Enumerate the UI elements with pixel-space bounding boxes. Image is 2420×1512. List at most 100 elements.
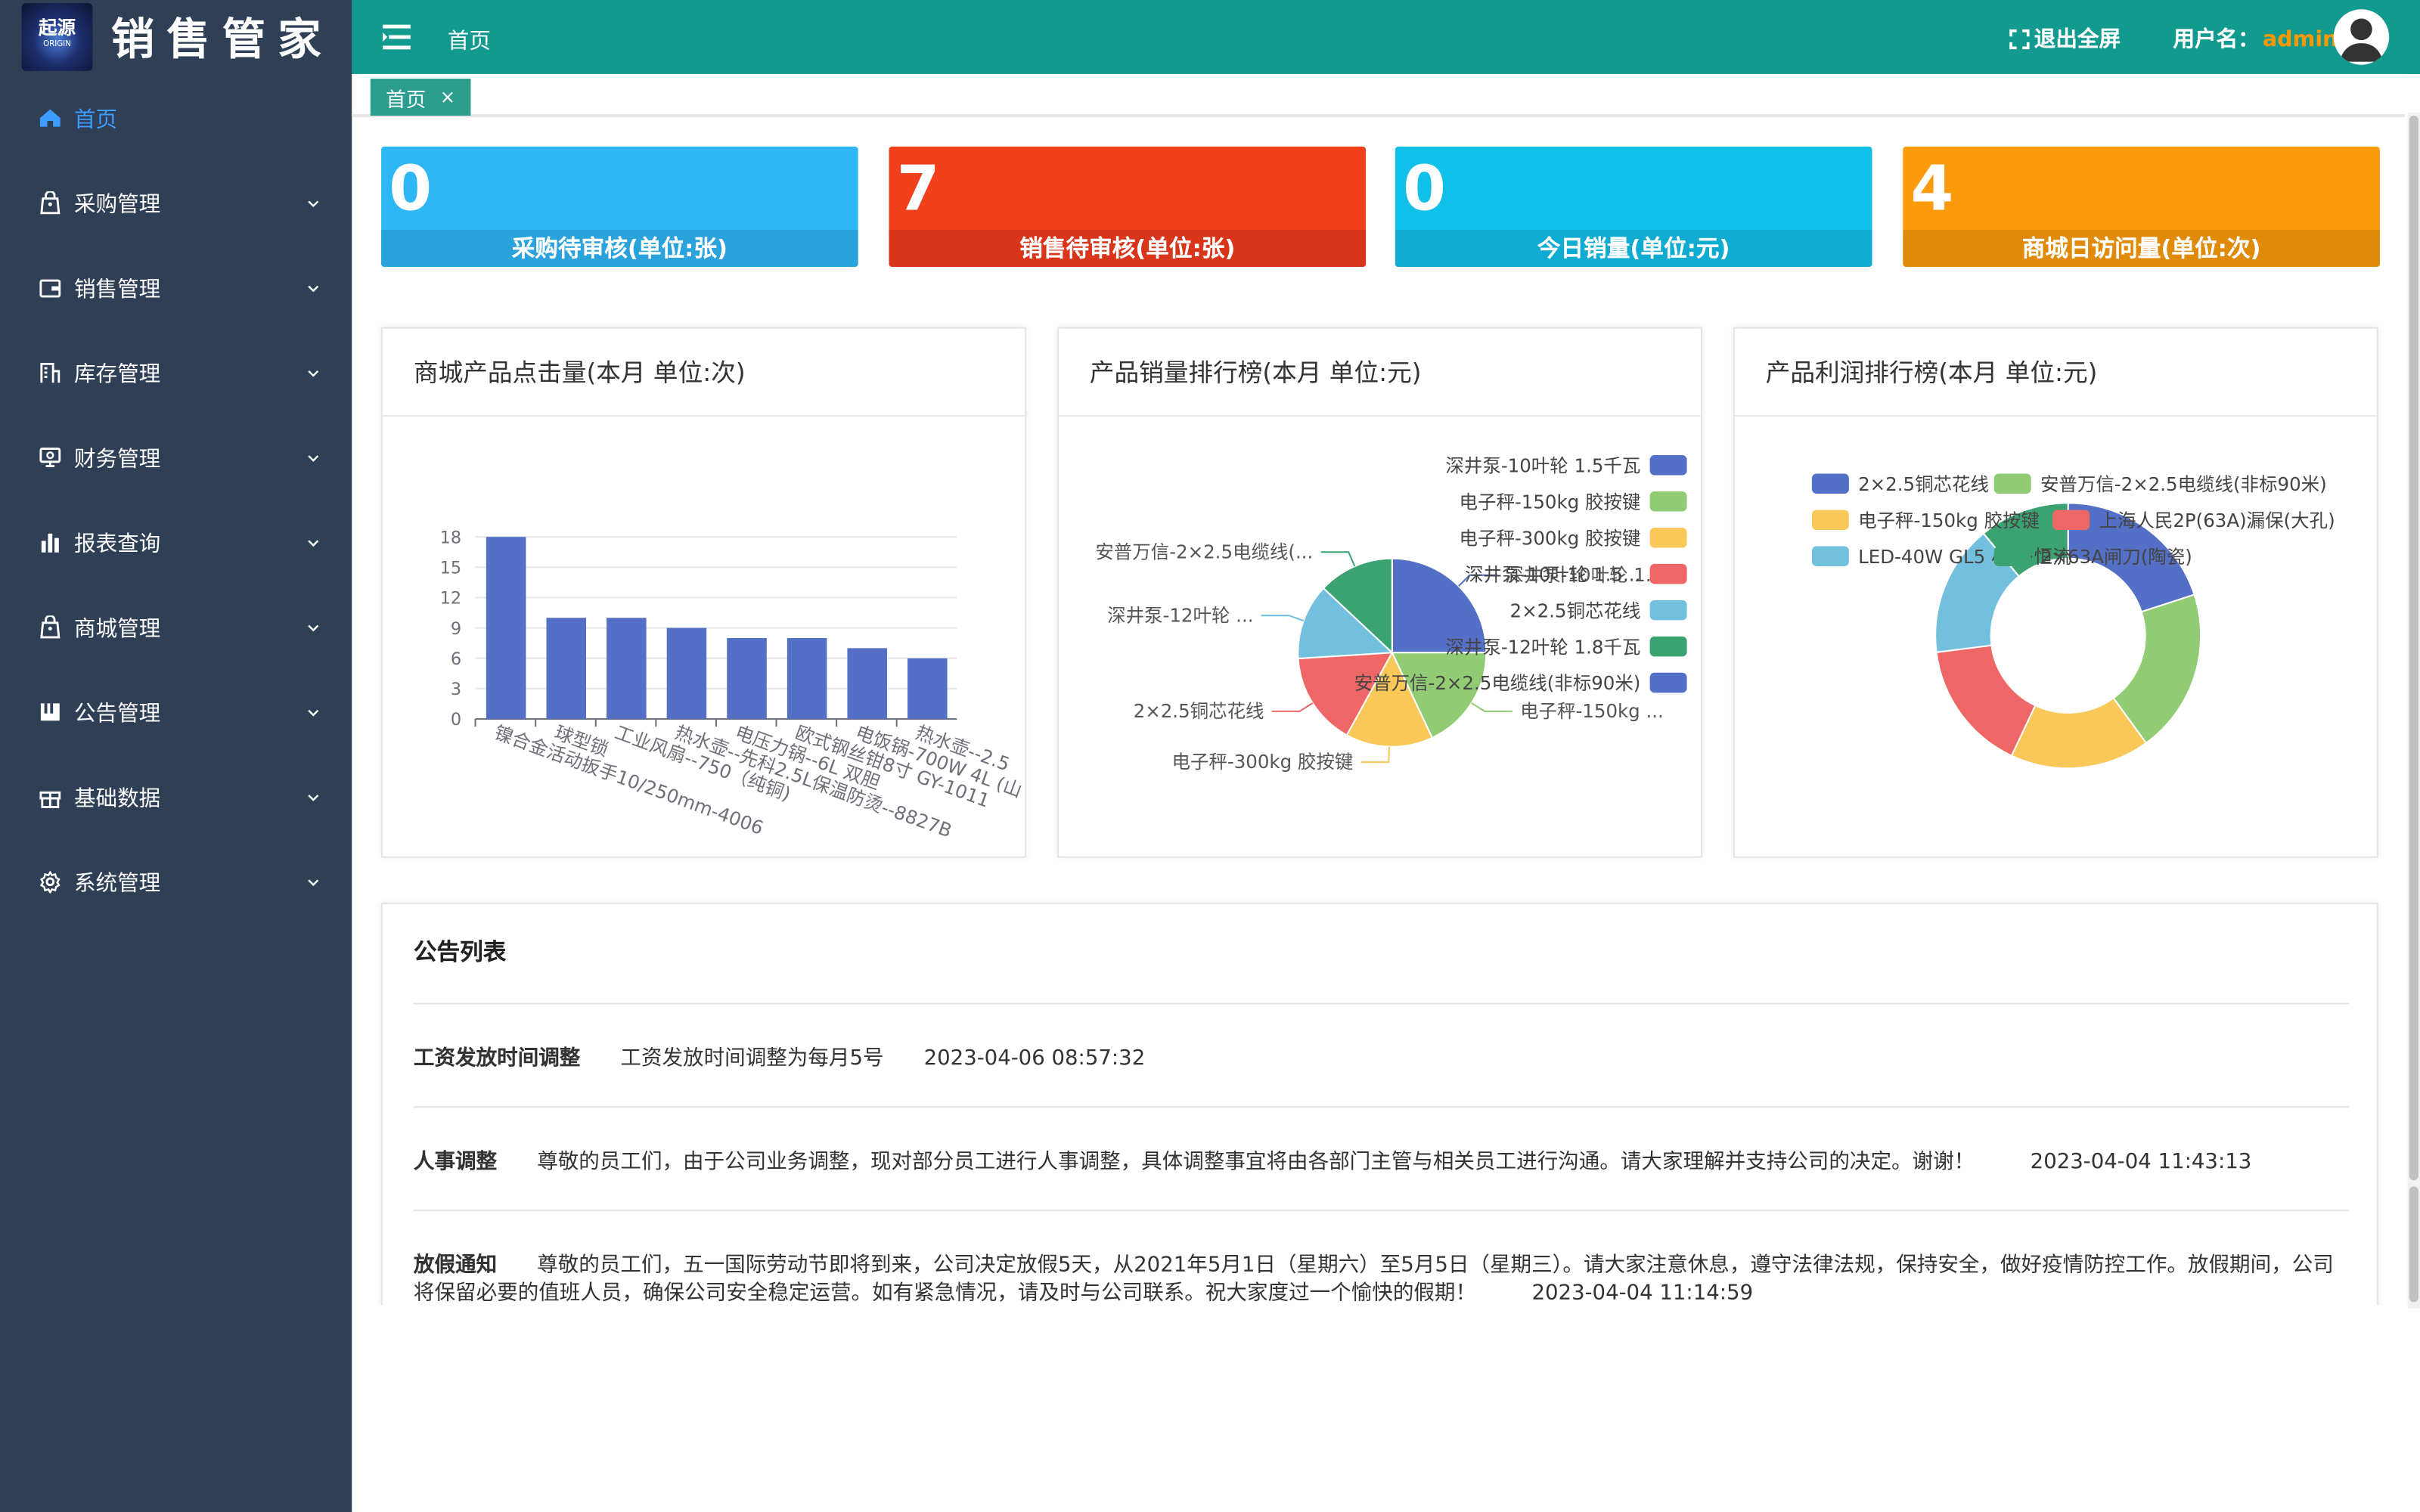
sidebar-item-label: 商城管理 xyxy=(73,616,161,641)
scrollbar-thumb[interactable] xyxy=(2409,116,2418,1181)
gear-icon xyxy=(37,869,62,894)
bar xyxy=(546,618,587,720)
stat-card-sales-pending[interactable]: 7 销售待审核(单位:张) xyxy=(889,146,1367,268)
sidebar-item-label: 销售管理 xyxy=(73,277,161,302)
pie-label: 深井泵-12叶轮 ... xyxy=(1107,604,1253,626)
y-tick-label: 9 xyxy=(451,619,461,639)
sidebar-item-notice[interactable]: 公告管理 xyxy=(0,670,352,754)
pie-label: 电子秤-150kg ... xyxy=(1520,700,1664,722)
y-tick-label: 12 xyxy=(440,589,462,609)
pie-label-line xyxy=(1261,615,1305,622)
exit-fullscreen-button[interactable]: 退出全屏 xyxy=(2009,23,2121,54)
tab-home[interactable]: 首页 × xyxy=(370,79,471,116)
pie-label-line xyxy=(1471,702,1512,712)
legend-label: 2×2.5铜芯花线 xyxy=(1858,473,1989,495)
chevron-down-icon xyxy=(306,450,321,465)
legend-swatch xyxy=(1811,473,1849,494)
notice-row-title: 放假通知 xyxy=(413,1253,498,1278)
tab-close-icon[interactable]: × xyxy=(440,86,456,108)
legend-label: 安普万信-2×2.5电缆线(非标90米) xyxy=(1354,672,1641,694)
sidebar-item-gift[interactable]: 基础数据 xyxy=(0,754,352,839)
legend-swatch xyxy=(1649,636,1687,657)
clicks-chart-card: 商城产品点击量(本月 单位:次) 0 3 6 9 12 15 18 镍合金活动扳手10/250… xyxy=(381,327,1027,858)
sidebar-item-gear[interactable]: 系统管理 xyxy=(0,839,352,924)
scrollbar-thumb-lower[interactable] xyxy=(2409,1186,2418,1303)
sidebar-menu: 首页采购管理销售管理库存管理 财务管理 报表查询商城管理公告管理基础数据系统管理 xyxy=(0,76,352,924)
app-root: 起源 ORIGIN 销售管家 首页 采购管理 销售管理 库存管理 财务管理 报表查询 商城管理… xyxy=(0,0,2420,1512)
stat-card-daily-visits[interactable]: 4 商城日访问量(单位:次) xyxy=(1903,146,2380,268)
sidebar-item-label: 公告管理 xyxy=(73,701,161,727)
stat-label: 今日销量(单位:元) xyxy=(1395,230,1872,268)
chevron-down-icon xyxy=(306,365,321,380)
stat-label: 采购待审核(单位:张) xyxy=(381,230,858,268)
sidebar-item-building[interactable]: 库存管理 xyxy=(0,330,352,415)
user-label: 用户名： xyxy=(2173,27,2260,53)
sidebar-item-label: 基础数据 xyxy=(73,785,161,811)
sidebar-item-shop[interactable]: 商城管理 xyxy=(0,584,352,669)
tab-home-label: 首页 xyxy=(386,88,427,112)
bar xyxy=(607,618,647,720)
sidebar: 起源 ORIGIN 销售管家 首页 采购管理 销售管理 库存管理 财务管理 报表查询 商城管理… xyxy=(0,0,352,1512)
y-tick-label: 0 xyxy=(451,710,461,730)
stat-card-purchase-pending[interactable]: 0 采购待审核(单位:张) xyxy=(381,146,858,268)
bar xyxy=(727,637,767,720)
notice-row-content: 尊敬的员工们，由于公司业务调整，现对部分员工进行人事调整，具体调整事宜将由各部门… xyxy=(537,1149,1975,1175)
shop-icon xyxy=(37,615,62,640)
pie-label-line xyxy=(1320,551,1356,567)
bar-chart-icon xyxy=(37,530,62,555)
wallet-icon xyxy=(37,275,62,300)
user-name[interactable]: admin xyxy=(2263,28,2338,53)
chevron-down-icon xyxy=(306,705,321,720)
notice-row[interactable]: 人事调整 尊敬的员工们，由于公司业务调整，现对部分员工进行人事调整，具体调整事宜将… xyxy=(413,1106,2350,1210)
exit-fullscreen-label: 退出全屏 xyxy=(2034,27,2121,53)
bar xyxy=(786,637,827,720)
legend-swatch xyxy=(1993,546,2031,566)
sidebar-toggle-button[interactable] xyxy=(383,22,417,53)
stat-label: 销售待审核(单位:张) xyxy=(889,230,1367,268)
notice-icon xyxy=(37,700,62,725)
main-content: 0 采购待审核(单位:张) 7 销售待审核(单位:张) 0 今日销量(单位:元) 4 商… xyxy=(352,117,2407,1306)
legend-swatch xyxy=(1649,563,1687,584)
legend-swatch xyxy=(1649,600,1687,621)
pie-label: 电子秤-300kg 胶按键 xyxy=(1171,751,1353,773)
stat-label: 商城日访问量(单位:次) xyxy=(1903,230,2380,268)
avatar[interactable] xyxy=(2333,9,2390,65)
top-bar: 首页 退出全屏 用户名： admin xyxy=(352,0,2420,74)
sidebar-item-bar-chart[interactable]: 报表查询 xyxy=(0,500,352,584)
legend-label: 电子秤-150kg 胶按键 xyxy=(1858,510,2040,531)
legend-label: 深井泵-12叶轮 1.8千瓦 xyxy=(1445,636,1640,658)
legend-label: 深井泵-10叶轮 1.5... xyxy=(1465,563,1640,585)
profit-rank-title: 产品利润排行榜(本月 单位:元) xyxy=(1734,329,2377,417)
notice-row-date: 2023-04-04 11:14:59 xyxy=(1531,1280,1754,1306)
sidebar-item-label: 采购管理 xyxy=(73,192,161,217)
stat-value: 7 xyxy=(896,154,940,225)
user-avatar-icon xyxy=(2339,18,2383,62)
y-tick-label: 6 xyxy=(451,649,461,669)
chevron-down-icon xyxy=(306,534,321,550)
breadcrumb[interactable]: 首页 xyxy=(448,25,491,56)
chevron-down-icon xyxy=(306,195,321,210)
legend-swatch xyxy=(1993,473,2031,494)
legend-label: 安普万信-2×2.5电缆线(非标90米) xyxy=(2040,473,2327,495)
sidebar-item-finance[interactable]: 财务管理 xyxy=(0,415,352,500)
notice-row-content: 工资发放时间调整为每月5号 xyxy=(620,1046,884,1071)
stat-card-today-sales[interactable]: 0 今日销量(单位:元) xyxy=(1395,146,1872,268)
profit-donut-chart: 2×2.5铜芯花线 安普万信-2×2.5电缆线(非标90米)电子秤-150kg 胶… xyxy=(1811,473,2335,770)
finance-icon xyxy=(37,445,62,470)
sidebar-item-home[interactable]: 首页 xyxy=(0,76,352,160)
y-tick-label: 15 xyxy=(440,558,462,578)
notice-title: 公告列表 xyxy=(413,937,507,966)
fullscreen-icon xyxy=(2009,28,2030,49)
legend-label: 2×2.5铜芯花线 xyxy=(1510,600,1641,621)
legend-swatch xyxy=(1811,546,1849,566)
notice-row[interactable]: 放假通知 尊敬的员工们，五一国际劳动节即将到来，公司决定放假5天，从2021年5月… xyxy=(413,1209,2350,1306)
legend-swatch xyxy=(1649,672,1687,693)
sidebar-item-bag[interactable]: 采购管理 xyxy=(0,160,352,245)
stat-value: 4 xyxy=(1910,154,1954,225)
user-info: 用户名： admin xyxy=(2173,23,2338,54)
bar xyxy=(847,648,887,720)
sidebar-item-label: 系统管理 xyxy=(73,871,161,896)
sidebar-item-wallet[interactable]: 销售管理 xyxy=(0,245,352,330)
notice-row[interactable]: 工资发放时间调整 工资发放时间调整为每月5号 2023-04-06 08:57:32 xyxy=(413,1002,2350,1107)
notice-row-title: 工资发放时间调整 xyxy=(413,1046,581,1071)
